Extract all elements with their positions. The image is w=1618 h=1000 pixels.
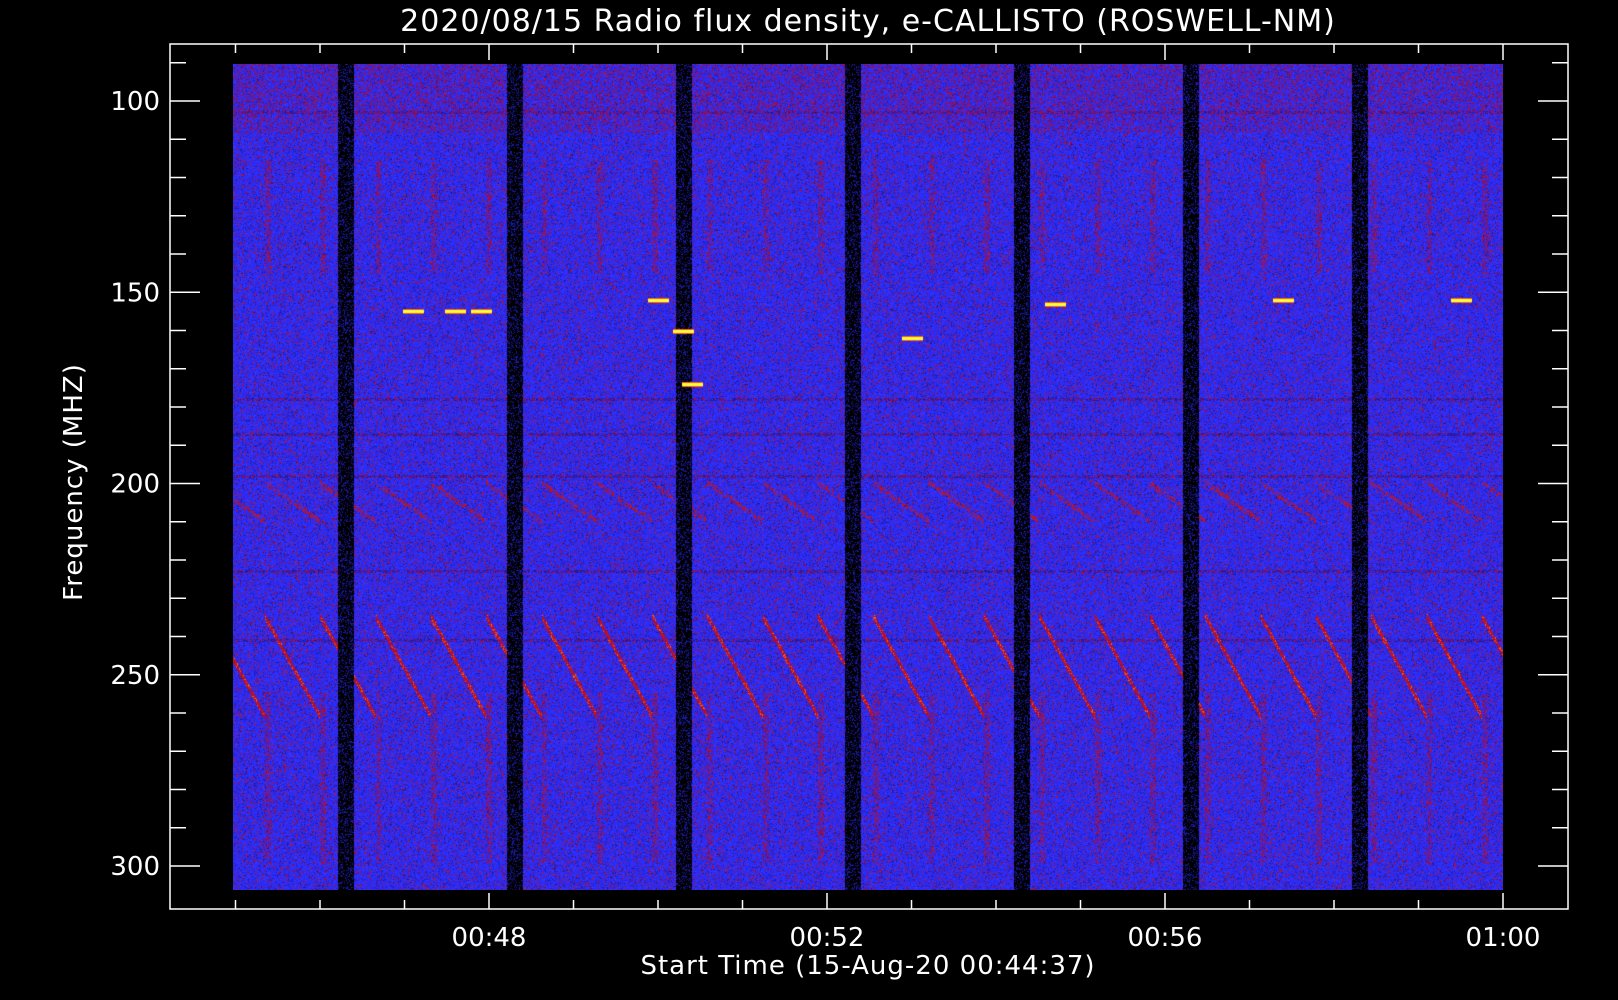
y-tick-label: 100 [110,87,160,117]
plot-area [233,64,1503,890]
y-tick-label: 200 [110,470,160,500]
heatmap-image [233,64,1503,890]
chart-title: 2020/08/15 Radio flux density, e-CALLIST… [400,4,1336,39]
y-axis-label: Frequency (MHZ) [59,363,89,601]
y-tick-label: 150 [110,278,160,308]
y-tick-label: 300 [110,852,160,882]
x-tick-label: 00:48 [452,923,527,953]
x-axis-label: Start Time (15-Aug-20 00:44:37) [640,951,1095,981]
y-tick-label: 250 [110,661,160,691]
x-tick-label: 00:52 [790,923,865,953]
x-tick-label: 00:56 [1128,923,1203,953]
spectrogram-chart: 2020/08/15 Radio flux density, e-CALLIST… [0,0,1618,1000]
x-tick-label: 01:00 [1466,923,1541,953]
